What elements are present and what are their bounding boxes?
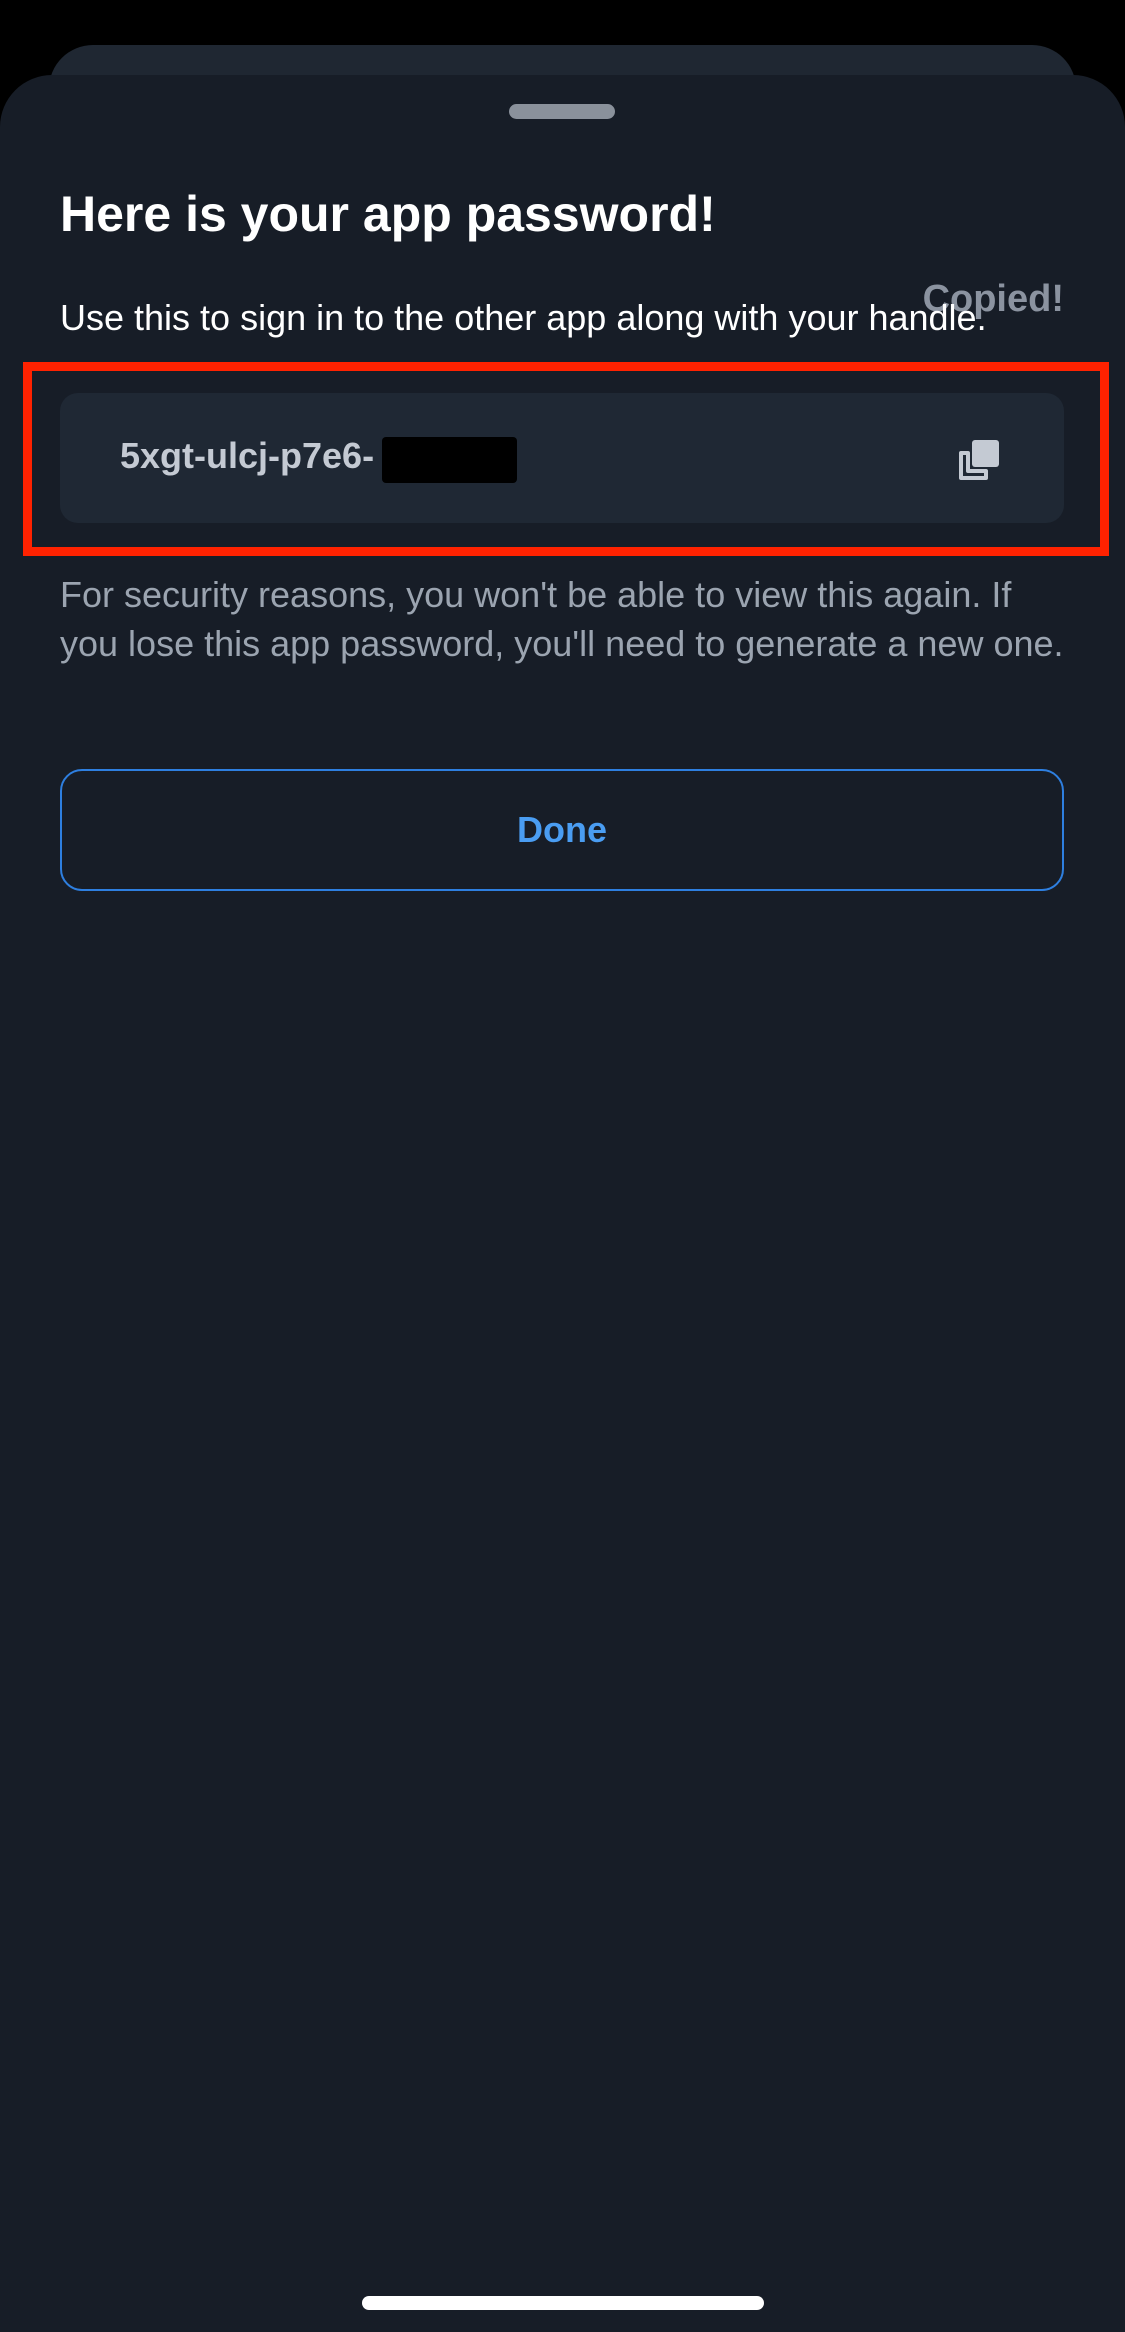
- page-title: Here is your app password!: [60, 186, 716, 242]
- instruction-text: Use this to sign in to the other app alo…: [60, 297, 987, 338]
- password-field[interactable]: 5xgt-ulcj-p7e6-: [60, 393, 1064, 523]
- sheet-drag-handle[interactable]: [509, 104, 615, 119]
- password-text: 5xgt-ulcj-p7e6-: [120, 435, 375, 476]
- home-indicator[interactable]: [362, 2296, 764, 2310]
- redaction-mark: [382, 437, 517, 483]
- security-warning-text: For security reasons, you won't be able …: [60, 574, 1064, 664]
- copy-icon[interactable]: [955, 436, 1003, 484]
- done-button[interactable]: Done: [60, 769, 1064, 891]
